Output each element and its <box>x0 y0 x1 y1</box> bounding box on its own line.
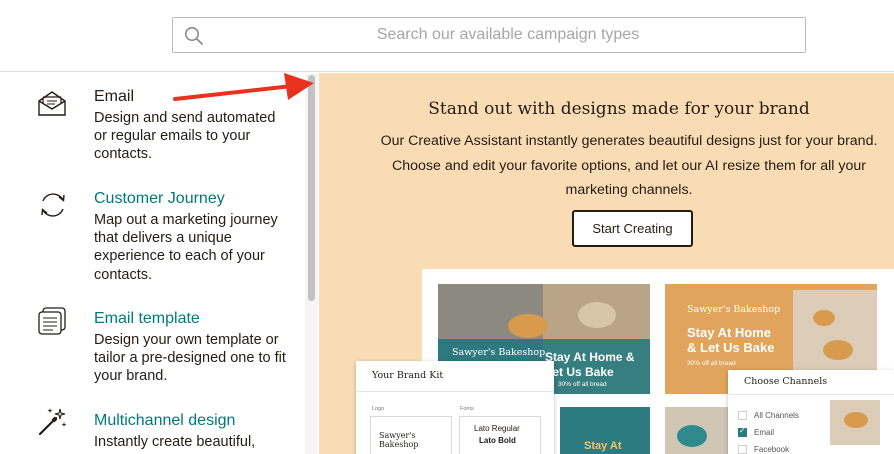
search-box[interactable] <box>172 17 806 53</box>
preview-subtext: 30% off all bread <box>558 381 607 388</box>
search-input[interactable] <box>213 18 803 52</box>
preview-headline: Stay At Home & Let Us Bake <box>545 350 635 379</box>
preview-design-small: Stay At <box>560 407 650 454</box>
campaign-type-title: Email template <box>94 310 200 327</box>
top-bar <box>0 0 894 72</box>
logo-box: Sawyer's Bakeshop <box>370 416 452 454</box>
logo-label: Logo <box>372 406 385 412</box>
choose-channels-card: Choose Channels All Channels Email Faceb… <box>728 370 894 454</box>
preview-photo <box>830 400 880 445</box>
campaign-type-multichannel-design[interactable]: Multichannel design Instantly create bea… <box>0 408 300 454</box>
fonts-box: Lato Regular Lato Bold <box>459 416 541 454</box>
campaign-type-description: Design and send automated or regular ema… <box>94 110 276 163</box>
bread-image <box>508 314 548 338</box>
bread-image <box>813 310 835 326</box>
cycle-arrows-icon <box>41 193 65 217</box>
bread-image <box>823 340 853 360</box>
search-icon <box>185 27 203 45</box>
campaign-type-email[interactable]: Email Design and send automated or regul… <box>0 87 300 175</box>
divider <box>356 391 554 392</box>
preview-brand-name: Sawyer's Bakeshop <box>452 347 546 358</box>
channel-checkbox <box>738 411 747 420</box>
campaign-type-description: Instantly create beautiful, <box>94 434 256 450</box>
divider <box>728 394 894 395</box>
magic-wand-icon <box>38 408 67 436</box>
font-bold: Lato Bold <box>479 436 516 445</box>
preview-design-small <box>665 407 730 454</box>
font-regular: Lato Regular <box>474 424 520 433</box>
start-creating-button[interactable]: Start Creating <box>572 210 693 247</box>
channel-label: Email <box>754 428 775 437</box>
brand-kit-card: Your Brand Kit Logo Fonts Sawyer's Bakes… <box>356 361 554 454</box>
campaign-type-title: Email <box>94 88 135 105</box>
fonts-label: Fonts <box>460 406 474 412</box>
campaign-type-title: Multichannel design <box>94 412 236 429</box>
channel-checkbox <box>738 445 747 454</box>
envelope-icon <box>38 91 66 116</box>
brand-kit-title: Your Brand Kit <box>372 370 444 381</box>
logo-text: Sawyer's Bakeshop <box>379 431 419 449</box>
bread-image <box>844 412 868 428</box>
preview-headline: Stay At Home & Let Us Bake <box>687 325 775 355</box>
preview-headline: Stay At <box>584 440 622 452</box>
channel-label: All Channels <box>754 411 799 420</box>
campaign-type-description: Design your own template or tailor a pre… <box>94 332 286 385</box>
campaign-type-description: Map out a marketing journey that deliver… <box>94 212 278 283</box>
campaign-type-title: Customer Journey <box>94 190 225 207</box>
channel-checkbox <box>738 426 747 437</box>
campaign-type-customer-journey[interactable]: Customer Journey Map out a marketing jou… <box>0 189 300 283</box>
channel-label: Facebook <box>754 445 790 454</box>
campaign-type-list: Email Design and send automated or regul… <box>0 73 318 454</box>
campaign-type-email-template[interactable]: Email template Design your own template … <box>0 307 300 389</box>
bread-image <box>578 302 616 328</box>
preview-brand-name: Sawyer's Bakeshop <box>687 304 781 315</box>
preview-subtext: 30% off all bread <box>687 360 736 367</box>
panel-headline: Stand out with designs made for your bra… <box>428 99 810 119</box>
creative-assistant-panel: Stand out with designs made for your bra… <box>319 73 894 454</box>
template-stack-icon <box>38 307 66 335</box>
mitt-image <box>677 425 707 447</box>
sidebar-scrollbar-thumb[interactable] <box>308 75 315 301</box>
panel-description: Our Creative Assistant instantly generat… <box>380 133 878 198</box>
choose-channels-title: Choose Channels <box>744 376 828 387</box>
